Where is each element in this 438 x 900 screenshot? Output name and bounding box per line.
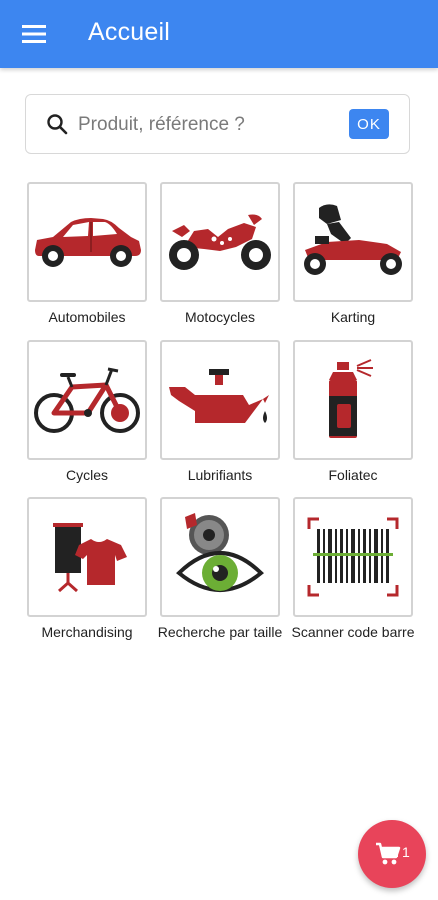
category-label: Automobiles — [48, 309, 126, 325]
page-title: Accueil — [88, 18, 170, 46]
bicycle-icon — [34, 367, 140, 433]
banner-tshirt-icon — [53, 523, 127, 593]
oil-can-icon — [169, 369, 269, 423]
category-tile — [27, 497, 147, 617]
category-label: Motocycles — [184, 309, 256, 325]
search-bar: OK — [25, 94, 410, 154]
search-ok-button[interactable]: OK — [349, 109, 389, 139]
spray-can-icon — [329, 359, 373, 438]
app-bar: Accueil — [0, 0, 438, 68]
category-label: Karting — [330, 309, 376, 325]
search-icon — [47, 114, 68, 135]
category-label: Scanner code barre — [291, 624, 415, 640]
category-label: Lubrifiants — [187, 467, 253, 483]
category-label: Cycles — [65, 467, 108, 483]
category-label: Foliatec — [328, 467, 378, 483]
car-icon — [35, 218, 141, 267]
category-tile — [27, 340, 147, 460]
category-label: Recherche par taille — [157, 624, 283, 640]
barcode-icon — [307, 517, 399, 597]
cart-count-badge: 1 — [402, 844, 410, 860]
motorcycle-icon — [169, 214, 271, 270]
search-input[interactable] — [76, 109, 340, 141]
hamburger-menu-icon — [22, 25, 46, 43]
category-label: Merchandising — [41, 624, 133, 640]
cart-button[interactable]: 1 — [358, 820, 426, 888]
category-tile — [160, 497, 280, 617]
category-tile — [27, 182, 147, 302]
cart-icon — [376, 842, 401, 865]
category-tile — [160, 340, 280, 460]
category-tile — [160, 182, 280, 302]
eye-search-icon — [176, 513, 264, 592]
category-tile — [293, 497, 413, 617]
menu-button[interactable] — [18, 20, 50, 48]
kart-icon — [304, 204, 402, 275]
category-tile — [293, 340, 413, 460]
category-tile — [293, 182, 413, 302]
